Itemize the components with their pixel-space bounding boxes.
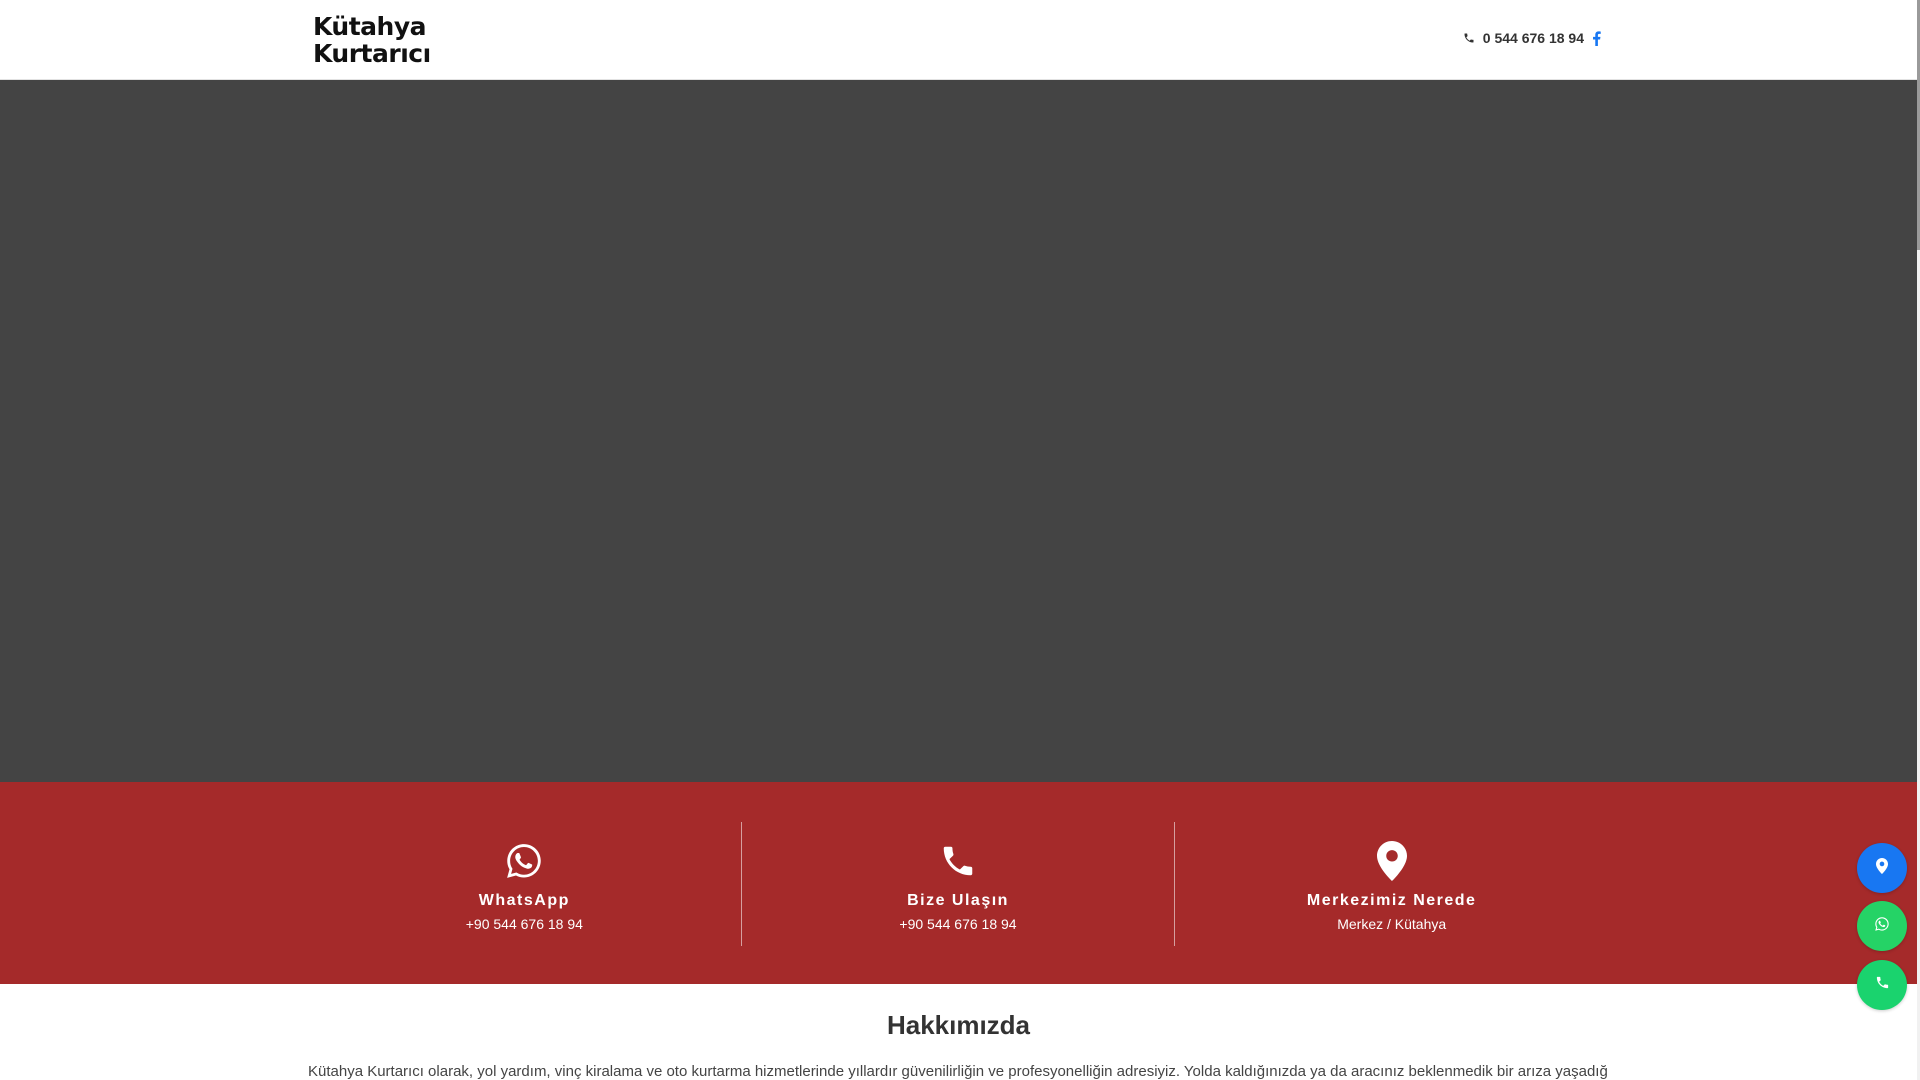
floating-whatsapp-button[interactable] [1857, 901, 1907, 951]
floating-call-button[interactable] [1857, 960, 1907, 1010]
map-pin-icon [1376, 840, 1407, 882]
contact-band: WhatsApp +90 544 676 18 94 Bize Ulaşın +… [0, 782, 1917, 984]
contact-item-location[interactable]: Merkezimiz Nerede Merkez / Kütahya [1174, 822, 1608, 946]
logo-line-1: Kütahya [313, 12, 427, 41]
logo[interactable]: Kütahya Kurtarıcı [313, 13, 431, 67]
about-text: Kütahya Kurtarıcı olarak, yol yardım, vi… [308, 1063, 1608, 1080]
hero-banner [0, 80, 1917, 782]
site-header: Kütahya Kurtarıcı 0 544 676 18 94 [0, 0, 1917, 80]
whatsapp-icon [504, 840, 544, 882]
contact-item-whatsapp[interactable]: WhatsApp +90 544 676 18 94 [308, 822, 741, 946]
phone-icon [1875, 975, 1890, 995]
page: Kütahya Kurtarıcı 0 544 676 18 94 WhatsA… [0, 0, 1920, 1080]
contact-value: +90 544 676 18 94 [899, 916, 1017, 932]
contact-item-phone[interactable]: Bize Ulaşın +90 544 676 18 94 [740, 822, 1175, 946]
floating-location-button[interactable] [1857, 843, 1907, 893]
phone-icon [939, 840, 977, 882]
header-contact: 0 544 676 18 94 [1463, 30, 1601, 46]
contact-title: WhatsApp [478, 892, 570, 909]
logo-line-2: Kurtarıcı [313, 39, 431, 68]
contact-title: Bize Ulaşın [907, 892, 1009, 909]
contact-value: Merkez / Kütahya [1337, 916, 1447, 932]
facebook-icon[interactable] [1592, 30, 1601, 46]
about-title: Hakkımızda [886, 1010, 1031, 1040]
contact-title: Merkezimiz Nerede [1306, 892, 1477, 909]
contact-value: +90 544 676 18 94 [465, 916, 583, 932]
whatsapp-icon [1874, 916, 1890, 937]
phone-icon [1463, 32, 1475, 44]
map-pin-icon [1876, 857, 1888, 879]
contact-band-inner: WhatsApp +90 544 676 18 94 Bize Ulaşın +… [308, 822, 1608, 946]
header-phone-link[interactable]: 0 544 676 18 94 [1483, 30, 1584, 46]
